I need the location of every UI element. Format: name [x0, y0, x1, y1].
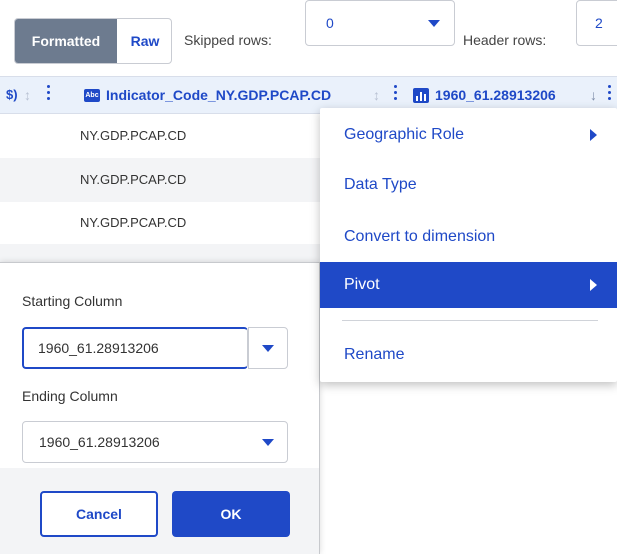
cancel-button[interactable]: Cancel [40, 491, 158, 537]
chevron-down-icon [262, 439, 274, 446]
starting-column-value: 1960_61.28913206 [38, 340, 159, 356]
ending-column-select[interactable]: 1960_61.28913206 [22, 421, 288, 463]
column-menu-icon[interactable] [394, 85, 398, 103]
skipped-rows-value: 0 [326, 15, 334, 31]
chevron-right-icon [590, 279, 597, 291]
measure-type-icon [413, 88, 429, 103]
menu-item-data-type[interactable]: Data Type [320, 162, 617, 208]
menu-item-label: Rename [344, 346, 405, 363]
sort-descending-icon[interactable]: ↓ [590, 86, 597, 104]
chevron-down-icon [262, 345, 274, 352]
sort-icon[interactable]: ↕ [24, 86, 31, 104]
table-cell: NY.GDP.PCAP.CD [80, 128, 187, 143]
starting-column-dropdown-button[interactable] [248, 327, 288, 369]
menu-item-label: Geographic Role [344, 126, 465, 143]
menu-item-label: Data Type [344, 176, 417, 193]
raw-tab[interactable]: Raw [117, 19, 171, 63]
column-header-indicator-code[interactable]: Indicator_Code_NY.GDP.PCAP.CD [106, 77, 331, 113]
pivot-dialog: Starting Column 1960_61.28913206 Ending … [0, 262, 320, 554]
starting-column-select[interactable]: 1960_61.28913206 [22, 327, 248, 369]
sort-icon[interactable]: ↕ [373, 86, 380, 104]
column-menu-icon[interactable] [47, 85, 51, 103]
formatted-tab[interactable]: Formatted [15, 19, 117, 63]
header-rows-select[interactable]: 2 [576, 0, 617, 46]
menu-divider [342, 320, 598, 321]
format-toggle: Formatted Raw [14, 18, 172, 64]
column-menu-icon[interactable] [608, 85, 612, 103]
toolbar: Formatted Raw 0 Skipped rows: 2 Header r… [0, 0, 617, 76]
chevron-right-icon [590, 129, 597, 141]
header-rows-value: 2 [595, 15, 603, 31]
menu-item-label: Convert to dimension [344, 228, 496, 245]
ending-column-value: 1960_61.28913206 [39, 434, 160, 450]
table-row [0, 244, 320, 262]
menu-item-convert-to-dimension[interactable]: Convert to dimension [320, 214, 617, 260]
column-context-menu: Geographic Role Data Type Convert to dim… [320, 108, 617, 382]
menu-item-pivot[interactable]: Pivot [320, 262, 617, 308]
skipped-rows-label: Skipped rows: [180, 18, 276, 64]
table-cell: NY.GDP.PCAP.CD [80, 215, 187, 230]
skipped-rows-select[interactable]: 0 [305, 0, 455, 46]
ending-column-label: Ending Column [22, 388, 118, 404]
prev-column-header[interactable]: $) [6, 77, 18, 113]
menu-item-geographic-role[interactable]: Geographic Role [320, 112, 617, 158]
text-type-icon: Abc [84, 89, 100, 102]
header-rows-label: Header rows: [459, 18, 551, 64]
table-cell: NY.GDP.PCAP.CD [80, 172, 187, 187]
menu-item-label: Pivot [344, 276, 380, 293]
menu-item-rename[interactable]: Rename [320, 332, 617, 378]
ok-button[interactable]: OK [172, 491, 290, 537]
starting-column-label: Starting Column [22, 293, 123, 309]
chevron-down-icon [428, 20, 440, 27]
